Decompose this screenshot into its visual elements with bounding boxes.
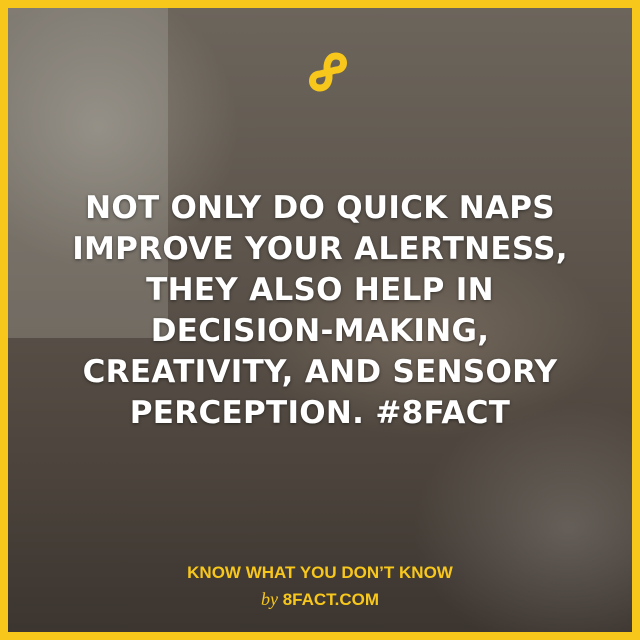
site-credit: by 8FACT.COM: [8, 586, 632, 613]
fact-line: IMPROVE YOUR ALERTNESS,: [72, 231, 568, 267]
tagline: KNOW WHAT YOU DON’T KNOW: [187, 563, 453, 582]
fact-line: NOT ONLY DO QUICK NAPS: [85, 190, 555, 226]
footer: KNOW WHAT YOU DON’T KNOW by 8FACT.COM: [8, 560, 632, 613]
fact-line: THEY ALSO HELP IN: [146, 272, 494, 308]
fact-card: NOT ONLY DO QUICK NAPS IMPROVE YOUR ALER…: [0, 0, 640, 640]
fact-line: PERCEPTION. #8FACT: [129, 395, 511, 431]
fact-text: NOT ONLY DO QUICK NAPS IMPROVE YOUR ALER…: [8, 188, 632, 434]
8fact-logo-icon: [309, 52, 347, 92]
fact-line: DECISION-MAKING,: [150, 313, 490, 349]
by-label: by: [260, 589, 278, 609]
site-name: 8FACT.COM: [282, 590, 380, 609]
fact-line: CREATIVITY, AND SENSORY: [82, 354, 558, 390]
